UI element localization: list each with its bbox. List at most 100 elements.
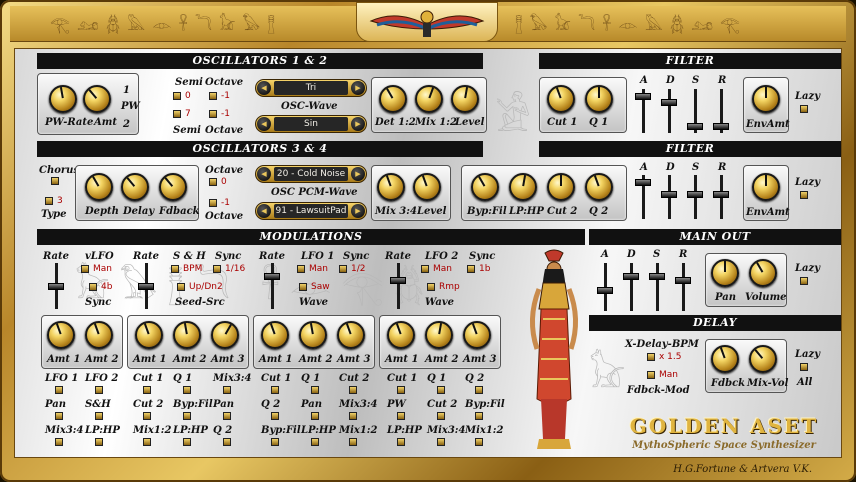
f2-decay-handle[interactable] — [661, 191, 677, 198]
f1-decay-slider[interactable] — [668, 89, 671, 133]
mod-dest-led[interactable] — [349, 438, 357, 446]
mix12-knob[interactable] — [415, 85, 443, 113]
semi1-led[interactable] — [173, 92, 181, 100]
q2-knob[interactable] — [585, 173, 613, 201]
delay-bpm-led[interactable] — [647, 353, 655, 361]
fdback-knob[interactable] — [159, 173, 187, 201]
oct4-led[interactable] — [209, 199, 217, 207]
lfo1-amt3-knob[interactable] — [337, 321, 365, 349]
lfo2-rate-handle[interactable] — [390, 277, 406, 284]
f2-sustain-handle[interactable] — [687, 191, 703, 198]
lphp-knob[interactable] — [509, 173, 537, 201]
semi2-led[interactable] — [173, 110, 181, 118]
mod-dest-led[interactable] — [437, 412, 445, 420]
mod-dest-led[interactable] — [183, 438, 191, 446]
lfo1-rate-slider[interactable] — [271, 263, 274, 309]
out-sustain-handle[interactable] — [649, 273, 665, 280]
level34-knob[interactable] — [413, 173, 441, 201]
mod-dest-led[interactable] — [95, 438, 103, 446]
mod-dest-led[interactable] — [223, 412, 231, 420]
prev-wave-icon[interactable]: ◀ — [257, 204, 271, 218]
mod-dest-led[interactable] — [143, 412, 151, 420]
oct3-led[interactable] — [209, 178, 217, 186]
lazy3-led[interactable] — [800, 277, 808, 285]
envamt1-knob[interactable] — [752, 85, 780, 113]
mod-dest-led[interactable] — [397, 438, 405, 446]
f1-release-handle[interactable] — [713, 123, 729, 130]
det-knob[interactable] — [379, 85, 407, 113]
mod-dest-led[interactable] — [311, 386, 319, 394]
mod-dest-led[interactable] — [437, 386, 445, 394]
lazy2-led[interactable] — [800, 191, 808, 199]
lfo2-mode-led[interactable] — [421, 265, 429, 273]
cut2-knob[interactable] — [547, 173, 575, 201]
mod-dest-led[interactable] — [95, 412, 103, 420]
mod-dest-led[interactable] — [397, 412, 405, 420]
sh-rate-handle[interactable] — [138, 283, 154, 290]
lfo2-amt3-knob[interactable] — [463, 321, 491, 349]
level12-knob[interactable] — [451, 85, 479, 113]
sh-seed-led[interactable] — [177, 283, 185, 291]
lfo1-wave-led[interactable] — [299, 283, 307, 291]
lfo1-rate-handle[interactable] — [264, 273, 280, 280]
vlfo-mode-led[interactable] — [81, 265, 89, 273]
mod-dest-led[interactable] — [55, 386, 63, 394]
mod-dest-led[interactable] — [95, 386, 103, 394]
mod-dest-led[interactable] — [143, 438, 151, 446]
chorus-led[interactable] — [51, 177, 59, 185]
mod-dest-led[interactable] — [223, 386, 231, 394]
mod-dest-led[interactable] — [55, 412, 63, 420]
out-release-slider[interactable] — [682, 263, 685, 311]
mod-dest-led[interactable] — [223, 438, 231, 446]
envamt2-knob[interactable] — [752, 173, 780, 201]
next-wave-icon[interactable]: ▶ — [351, 81, 365, 95]
mod-dest-led[interactable] — [271, 386, 279, 394]
pw-rate-knob[interactable] — [49, 85, 77, 113]
f1-decay-handle[interactable] — [661, 99, 677, 106]
osc1-wave-selector[interactable]: ◀ Tri ▶ — [255, 79, 367, 97]
vlfo-sync-led[interactable] — [89, 283, 97, 291]
osc3-pcm-selector[interactable]: ◀ 20 - Cold Noise ▶ — [255, 165, 367, 183]
prev-wave-icon[interactable]: ◀ — [257, 117, 271, 131]
pw-amt-knob[interactable] — [83, 85, 111, 113]
mixvol-knob[interactable] — [749, 345, 777, 373]
mod-dest-led[interactable] — [271, 438, 279, 446]
delay-knob[interactable] — [121, 173, 149, 201]
sh-mode-led[interactable] — [171, 265, 179, 273]
next-wave-icon[interactable]: ▶ — [351, 204, 365, 218]
out-release-handle[interactable] — [675, 277, 691, 284]
oct1-led[interactable] — [209, 92, 217, 100]
out-decay-handle[interactable] — [623, 273, 639, 280]
mod-dest-led[interactable] — [55, 438, 63, 446]
osc4-pcm-selector[interactable]: ◀ 91 - LawsuitPad ▶ — [255, 202, 367, 220]
mod-dest-led[interactable] — [143, 386, 151, 394]
lfo2-amt2-knob[interactable] — [425, 321, 453, 349]
f1-sustain-handle[interactable] — [687, 123, 703, 130]
vlfo-amt1-knob[interactable] — [47, 321, 75, 349]
lfo1-sync-led[interactable] — [339, 265, 347, 273]
vlfo-rate-handle[interactable] — [48, 283, 64, 290]
f2-attack-handle[interactable] — [635, 179, 651, 186]
oct2-led[interactable] — [209, 110, 217, 118]
type-led[interactable] — [45, 197, 53, 205]
lfo2-amt1-knob[interactable] — [387, 321, 415, 349]
lfo2-rate-slider[interactable] — [397, 263, 400, 309]
lfo1-amt1-knob[interactable] — [261, 321, 289, 349]
mod-dest-led[interactable] — [475, 438, 483, 446]
q1-knob[interactable] — [585, 85, 613, 113]
sh-sync-led[interactable] — [213, 265, 221, 273]
prev-wave-icon[interactable]: ◀ — [257, 81, 271, 95]
bypfil-knob[interactable] — [471, 173, 499, 201]
lfo2-wave-led[interactable] — [427, 283, 435, 291]
f1-attack-handle[interactable] — [635, 93, 651, 100]
out-sustain-slider[interactable] — [656, 263, 659, 311]
volume-knob[interactable] — [749, 259, 777, 287]
sh-amt2-knob[interactable] — [173, 321, 201, 349]
mix34-knob[interactable] — [377, 173, 405, 201]
mod-dest-led[interactable] — [437, 438, 445, 446]
mod-dest-led[interactable] — [349, 386, 357, 394]
mod-dest-led[interactable] — [271, 412, 279, 420]
delay-mod-led[interactable] — [647, 371, 655, 379]
out-attack-handle[interactable] — [597, 287, 613, 294]
f2-release-handle[interactable] — [713, 191, 729, 198]
